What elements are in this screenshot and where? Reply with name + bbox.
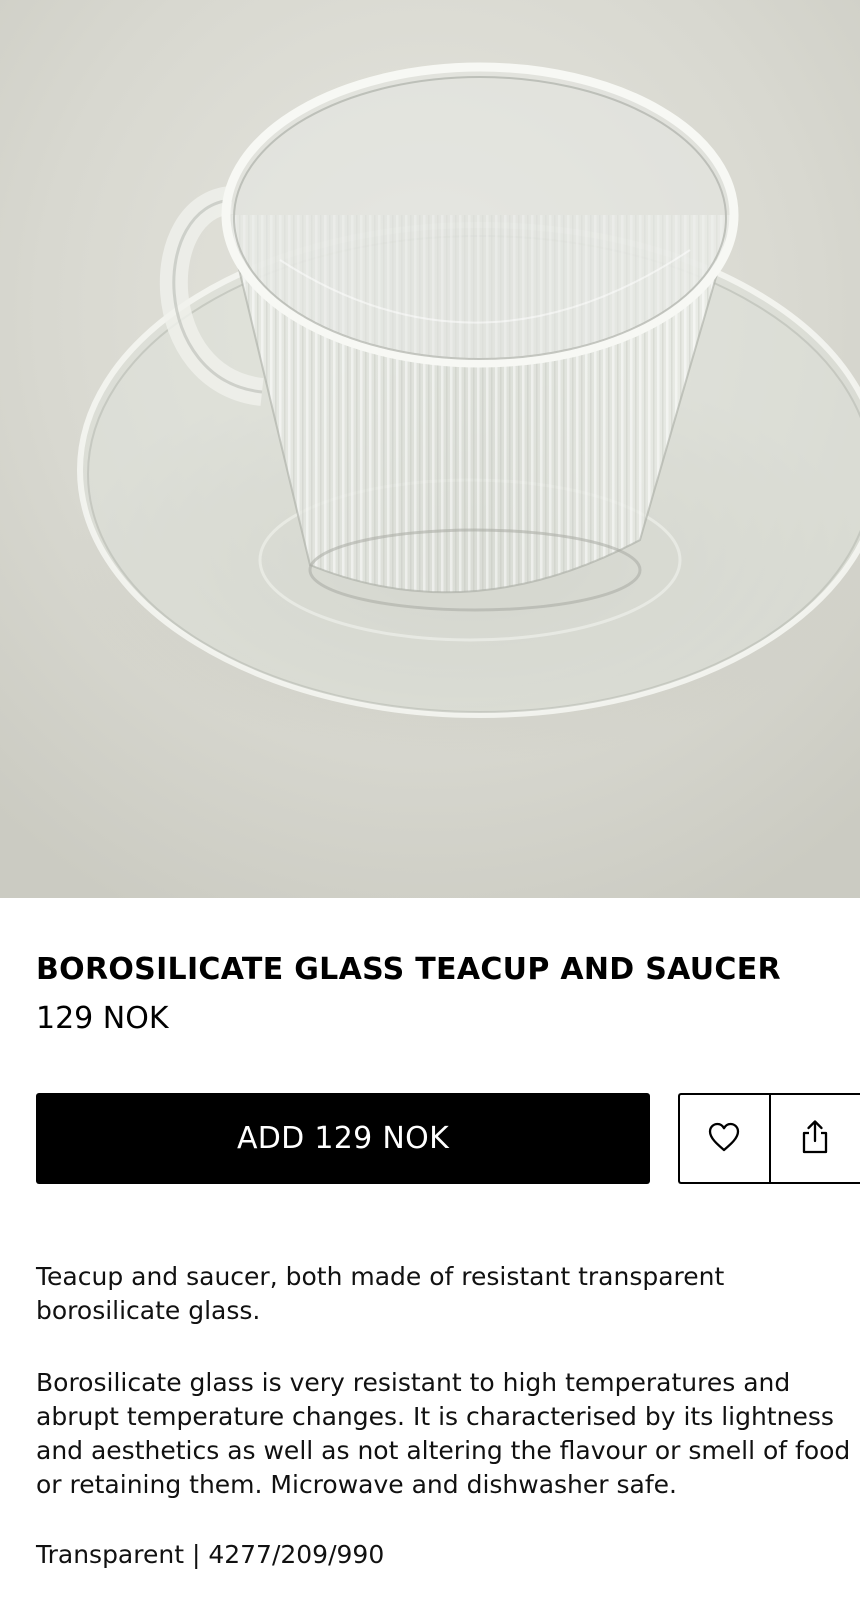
heart-icon: [707, 1121, 741, 1157]
product-price: 129 NOK: [36, 1001, 169, 1036]
product-image[interactable]: [0, 0, 860, 898]
product-title: BOROSILICATE GLASS TEACUP AND SAUCER: [36, 952, 781, 987]
product-page: BOROSILICATE GLASS TEACUP AND SAUCER 129…: [0, 0, 860, 1600]
action-icons: [678, 1093, 860, 1184]
product-description: Teacup and saucer, both made of resistan…: [36, 1262, 725, 1325]
favorite-button[interactable]: [680, 1095, 771, 1182]
product-reference: Transparent | 4277/209/990: [36, 1540, 385, 1569]
add-to-cart-button[interactable]: ADD 129 NOK: [36, 1093, 650, 1184]
share-button[interactable]: [771, 1095, 860, 1182]
share-icon: [799, 1119, 831, 1159]
product-details: Borosilicate glass is very resistant to …: [36, 1368, 851, 1499]
